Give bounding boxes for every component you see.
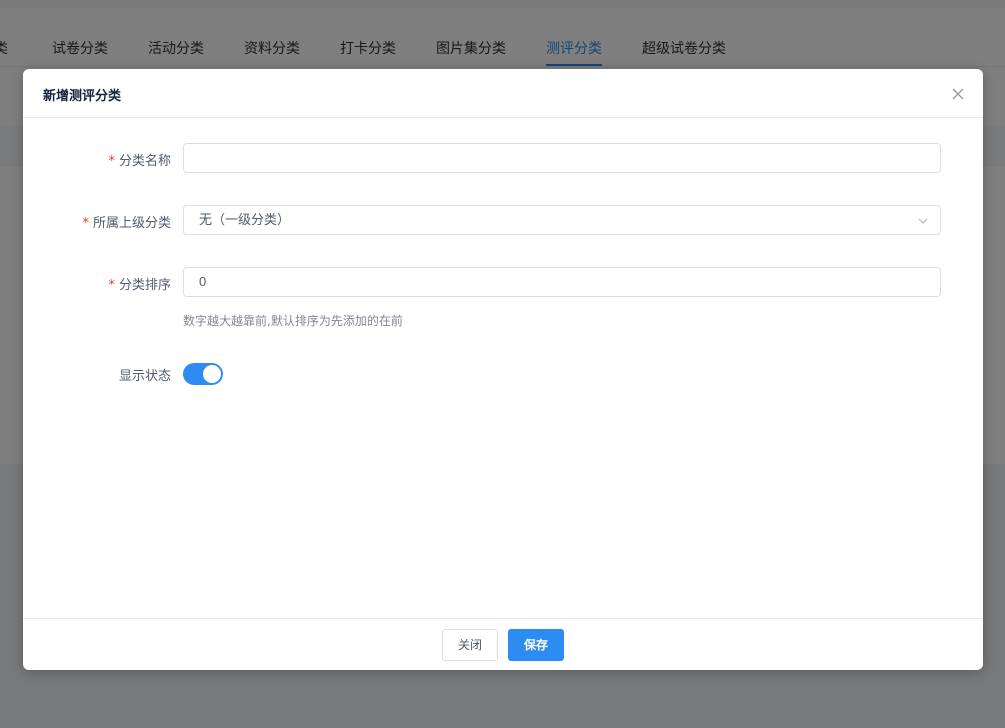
dialog-footer: 关闭 保存: [23, 618, 983, 671]
close-button[interactable]: 关闭: [442, 629, 498, 661]
save-button[interactable]: 保存: [508, 629, 564, 661]
sort-order-input[interactable]: [183, 267, 941, 297]
sort-order-label-text: 分类排序: [118, 278, 171, 293]
close-icon[interactable]: [951, 87, 965, 101]
category-name-label-text: 分类名称: [118, 154, 171, 169]
parent-category-select[interactable]: 无（一级分类）: [183, 205, 941, 235]
add-category-dialog: 新增测评分类 *分类名称 *所属上级分类 无（一级分类） *分类排序 数字越大越…: [23, 69, 983, 670]
required-mark: *: [82, 216, 89, 231]
toggle-knob: [203, 365, 221, 383]
parent-category-value: 无（一级分类）: [199, 213, 291, 228]
dialog-title: 新增测评分类: [43, 89, 122, 104]
chevron-down-icon: [918, 218, 928, 224]
parent-category-label-text: 所属上级分类: [92, 216, 171, 231]
sort-order-hint: 数字越大越靠前,默认排序为先添加的在前: [183, 314, 403, 328]
required-mark: *: [108, 278, 115, 293]
display-status-toggle[interactable]: [183, 363, 223, 385]
category-name-label: * 分类名称: [108, 150, 171, 169]
category-name-input[interactable]: [183, 143, 941, 173]
sort-order-label: * 分类排序: [108, 274, 171, 293]
display-status-label: 显示状态: [118, 369, 171, 384]
parent-category-label: * 所属上级分类: [82, 212, 171, 231]
dialog-header: 新增测评分类: [23, 69, 983, 118]
required-mark: *: [108, 154, 115, 169]
